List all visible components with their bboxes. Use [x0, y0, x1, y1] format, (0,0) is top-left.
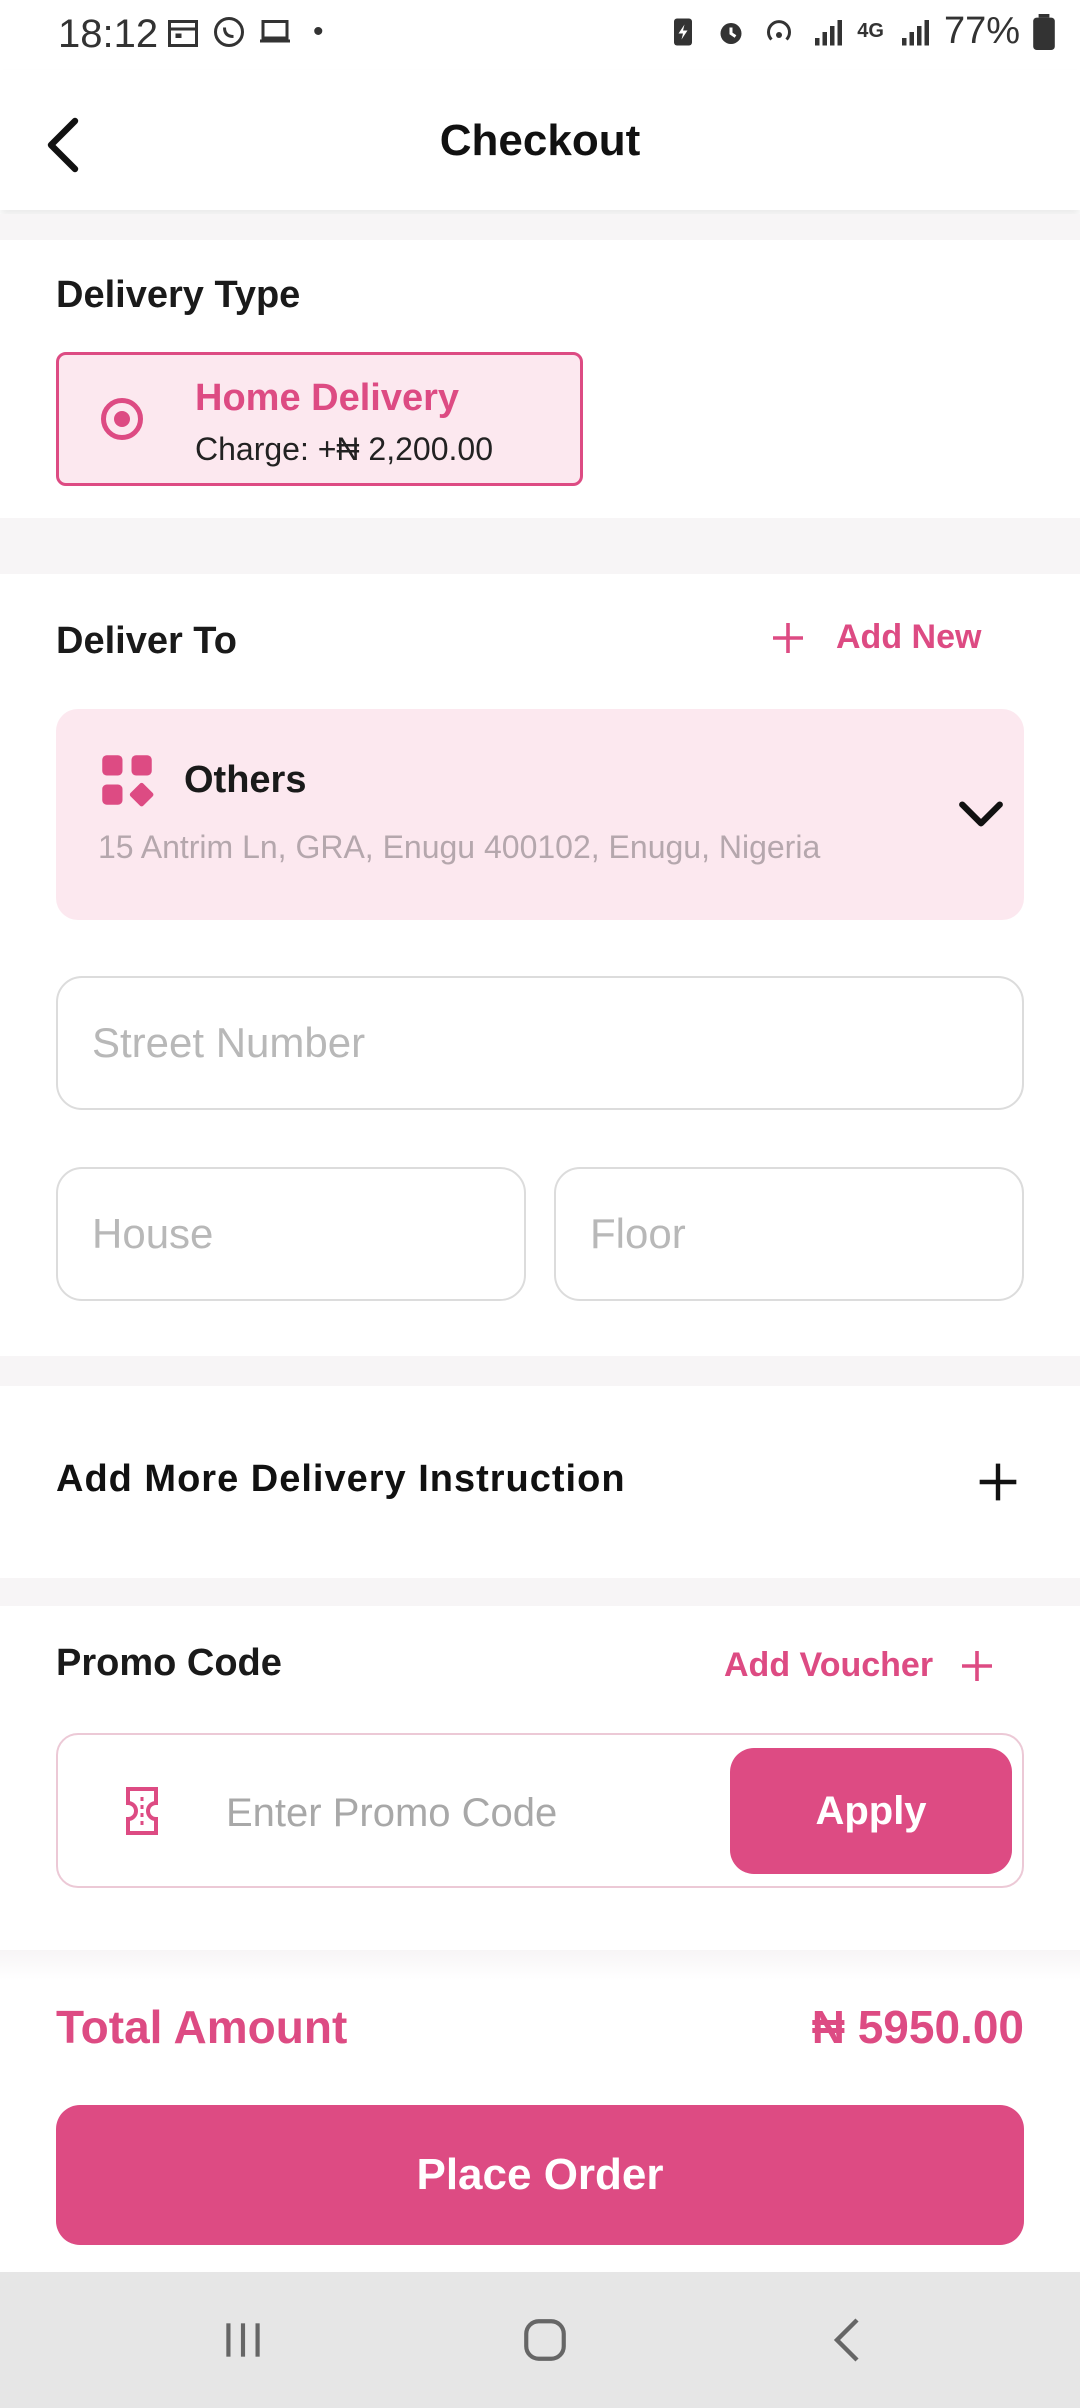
floor-input[interactable]	[556, 1169, 1022, 1299]
section-divider	[0, 1578, 1080, 1606]
ticket-icon	[126, 1787, 158, 1835]
add-voucher-button[interactable]: Add Voucher	[724, 1646, 995, 1685]
signal-icon	[815, 19, 843, 45]
category-icon	[102, 755, 154, 807]
status-dot: •	[313, 15, 324, 48]
app-header: Checkout	[0, 70, 1080, 210]
status-time: 18:12	[58, 12, 159, 56]
back-icon	[833, 2318, 859, 2362]
plus-icon	[773, 622, 803, 653]
footer-shadow	[0, 1950, 1080, 1980]
radio-selected-icon[interactable]	[101, 398, 143, 440]
total-amount-label: Total Amount	[56, 2001, 348, 2053]
section-divider	[0, 214, 1080, 240]
delivery-type-title: Delivery Type	[56, 274, 301, 316]
section-divider	[0, 1356, 1080, 1386]
total-amount-value: ₦ 5950.00	[811, 2001, 1024, 2053]
calendar-icon	[168, 20, 198, 47]
status-icons-right: 4G 77%	[665, 10, 1056, 53]
place-order-button[interactable]: Place Order	[56, 2105, 1024, 2245]
delivery-instruction-title: Add More Delivery Instruction	[56, 1458, 626, 1500]
chevron-down-icon[interactable]	[956, 795, 1006, 835]
alarm-icon	[720, 22, 742, 44]
recent-apps-icon	[226, 2323, 260, 2357]
chevron-left-icon	[47, 117, 79, 173]
network-type: 4G	[857, 20, 884, 42]
system-nav-bar	[0, 2272, 1080, 2408]
street-number-field[interactable]	[56, 976, 1024, 1110]
add-new-label: Add New	[836, 618, 982, 656]
section-divider	[0, 518, 1080, 574]
add-voucher-label: Add Voucher	[724, 1646, 934, 1684]
promo-code-input[interactable]	[224, 1777, 728, 1849]
floor-field[interactable]	[554, 1167, 1024, 1301]
delivery-option-home[interactable]: Home Delivery Charge: +₦ 2,200.00	[56, 352, 583, 486]
house-input[interactable]	[58, 1169, 524, 1299]
back-button[interactable]	[28, 110, 98, 180]
deliver-to-title: Deliver To	[56, 620, 237, 662]
add-instruction-plus-icon[interactable]	[976, 1460, 1020, 1504]
whatsapp-icon	[214, 17, 244, 47]
home-button[interactable]	[500, 2300, 590, 2380]
add-new-address-button[interactable]: Add New	[770, 618, 981, 657]
address-label: Others	[184, 759, 307, 801]
status-icons-left: •	[165, 14, 324, 50]
delivery-option-name: Home Delivery	[195, 377, 460, 419]
status-bar: 18:12 • 4G 77%	[0, 0, 1080, 70]
delivery-option-charge: Charge: +₦ 2,200.00	[195, 431, 493, 467]
address-text: 15 Antrim Ln, GRA, Enugu 400102, Enugu, …	[98, 829, 821, 865]
house-field[interactable]	[56, 1167, 526, 1301]
recent-apps-button[interactable]	[198, 2300, 288, 2380]
battery-icon	[1033, 13, 1055, 50]
street-number-input[interactable]	[58, 978, 1022, 1108]
address-selector[interactable]: Others 15 Antrim Ln, GRA, Enugu 400102, …	[56, 709, 1024, 920]
page-title: Checkout	[439, 116, 641, 165]
back-nav-button[interactable]	[802, 2300, 892, 2380]
hotspot-icon	[767, 19, 792, 41]
laptop-icon	[260, 20, 290, 43]
battery-percent: 77%	[943, 10, 1020, 52]
promo-code-box: Apply	[56, 1733, 1024, 1888]
apply-button[interactable]: Apply	[730, 1748, 1012, 1874]
plus-icon	[962, 1650, 993, 1681]
home-icon	[524, 2319, 566, 2361]
battery-saver-icon	[674, 18, 693, 45]
signal-icon-2	[901, 19, 929, 45]
promo-code-title: Promo Code	[56, 1642, 282, 1684]
